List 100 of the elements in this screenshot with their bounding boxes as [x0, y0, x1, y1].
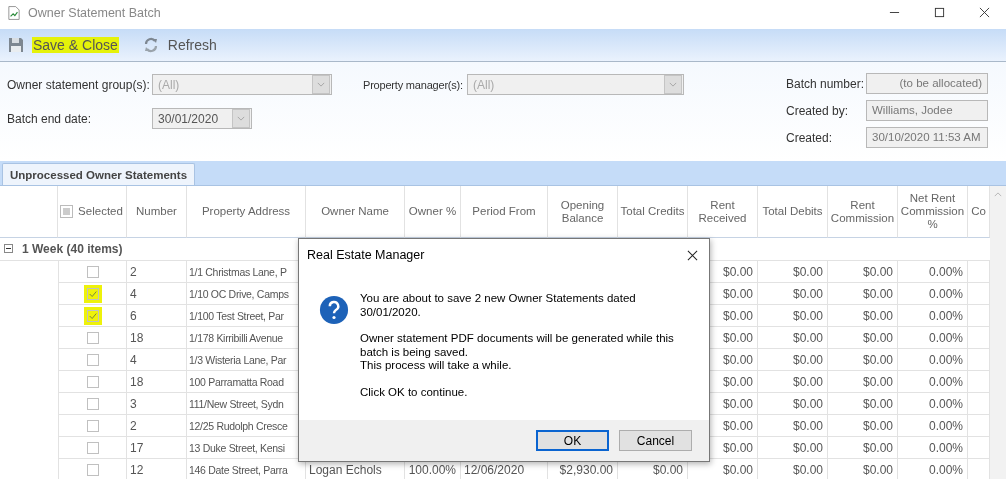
select-all-checkbox[interactable] — [61, 206, 73, 217]
table-cell-text: $0.00 — [862, 264, 894, 279]
chevron-down-icon — [317, 82, 325, 87]
table-cell-text: 4 — [129, 286, 137, 301]
column-header[interactable]: Property Address — [201, 205, 291, 218]
table-cell-text: 12/25 Rudolph Cresce — [188, 419, 288, 432]
table-cell-text: $0.00 — [862, 462, 894, 477]
table-cell-text: 146 Date Street, Parra — [188, 463, 288, 476]
date-picker[interactable]: 30/01/2020 — [152, 108, 252, 129]
table-cell-text: 0.00% — [928, 462, 964, 477]
row-checkbox[interactable] — [86, 331, 99, 344]
table-cell-text: $0.00 — [792, 330, 824, 345]
dialog-message: Owner statement PDF documents will be generated while this batch is being saved. — [360, 332, 675, 359]
row-checkbox[interactable] — [86, 397, 99, 410]
question-icon — [319, 295, 349, 325]
column-header[interactable]: Selected — [78, 205, 123, 218]
table-cell-text: 1/178 Kirribilli Avenue — [188, 331, 283, 344]
table-cell-text: $0.00 — [862, 330, 894, 345]
table-cell-text: 1/100 Test Street, Par — [188, 309, 284, 322]
table-cell-text: $0.00 — [722, 396, 754, 411]
table-cell-text: 1/3 Wisteria Lane, Par — [188, 353, 287, 366]
column-header[interactable]: Rent Commission — [828, 198, 897, 225]
field-label: Owner statement group(s): — [7, 77, 151, 92]
ok-button[interactable]: OK — [536, 430, 609, 451]
row-checkbox[interactable] — [86, 463, 99, 476]
table-cell-text: 13 Duke Street, Kensi — [188, 441, 285, 454]
row-checkbox[interactable] — [86, 287, 99, 300]
table-cell-text: 1/1 Christmas Lane, P — [188, 265, 287, 278]
column-header[interactable]: Net Rent Commission % — [898, 192, 967, 231]
dialog-title: Real Estate Manager — [307, 248, 425, 262]
table-cell-text: 2 — [129, 264, 137, 279]
column-header[interactable]: Opening Balance — [548, 198, 617, 225]
table-cell-text: $0.00 — [862, 308, 894, 323]
table-cell-text: $0.00 — [792, 352, 824, 367]
column-header[interactable]: Co — [971, 205, 986, 218]
column-header[interactable]: Period From — [472, 205, 536, 218]
close-icon[interactable] — [687, 249, 698, 261]
close-icon[interactable] — [979, 7, 990, 18]
field-label: Batch number: — [786, 76, 866, 91]
dialog-message: This process will take a while. — [360, 359, 513, 373]
table-cell-text: 0.00% — [928, 286, 964, 301]
refresh-icon — [142, 37, 159, 53]
field-label: Created: — [786, 130, 834, 145]
table-cell-text: 3 — [129, 396, 137, 411]
column-header[interactable]: Owner Name — [321, 205, 389, 218]
tab[interactable]: Unprocessed Owner Statements — [2, 163, 196, 185]
read-only-field: (to be allocated) — [866, 73, 988, 94]
table-cell-text: $0.00 — [722, 440, 754, 455]
table-cell-text: 12 — [129, 462, 144, 477]
table-cell-text: $0.00 — [862, 286, 894, 301]
table-cell-text: $0.00 — [792, 308, 824, 323]
table-cell-text: $0.00 — [792, 286, 824, 301]
table-cell-text: 0.00% — [928, 418, 964, 433]
table-cell-text: 1/10 OC Drive, Camps — [188, 287, 289, 300]
column-header[interactable]: Number — [136, 205, 177, 218]
row-checkbox[interactable] — [86, 375, 99, 388]
chevron-down-icon — [237, 116, 245, 121]
table-cell-text: $0.00 — [862, 352, 894, 367]
row-checkbox[interactable] — [86, 353, 99, 366]
dialog-message: You are about to save 2 new Owner Statements dated 30/01/2020. — [360, 292, 637, 319]
row-checkbox[interactable] — [86, 309, 99, 322]
table-cell-text: $0.00 — [722, 330, 754, 345]
table-cell-text: 2 — [129, 418, 137, 433]
refresh-button[interactable]: Refresh — [140, 35, 220, 55]
table-cell-text: 100 Parramatta Road — [188, 375, 284, 388]
table-cell-text: 0.00% — [928, 264, 964, 279]
table-cell-text: $0.00 — [792, 264, 824, 279]
table-cell-text: 0.00% — [928, 330, 964, 345]
table-cell-text: 100.00% — [408, 462, 457, 477]
column-header[interactable]: Total Debits — [762, 205, 823, 218]
table-cell-text: $0.00 — [792, 462, 824, 477]
table-cell-text: 18 — [129, 374, 144, 389]
dialog-message: Click OK to continue. — [360, 385, 469, 399]
row-checkbox[interactable] — [86, 265, 99, 278]
column-header[interactable]: Owner % — [408, 205, 457, 218]
field-label: Created by: — [786, 103, 850, 118]
table-cell-text: 0.00% — [928, 440, 964, 455]
table-cell-text: 4 — [129, 352, 137, 367]
scrollbar[interactable] — [990, 186, 1006, 479]
read-only-field: Williams, Jodee — [866, 100, 988, 121]
cancel-button[interactable]: Cancel — [619, 430, 692, 451]
table-cell-text: 6 — [129, 308, 137, 323]
maximize-icon[interactable] — [934, 7, 945, 18]
table-cell-text: $0.00 — [722, 462, 754, 477]
read-only-field: 30/10/2020 11:53 AM — [866, 127, 988, 148]
table-cell-text: $0.00 — [792, 418, 824, 433]
window-title: Owner Statement Batch — [28, 5, 161, 20]
table-cell-text: $0.00 — [722, 352, 754, 367]
table-cell-text: Logan Echols — [308, 462, 382, 477]
group-header: 1 Week (40 items) — [22, 242, 123, 256]
row-checkbox[interactable] — [86, 419, 99, 432]
collapse-toggle[interactable] — [4, 243, 15, 255]
table-cell-text: $0.00 — [722, 264, 754, 279]
column-header[interactable]: Total Credits — [620, 205, 685, 218]
column-header[interactable]: Rent Received — [688, 198, 757, 225]
table-cell-text: $0.00 — [862, 418, 894, 433]
row-checkbox[interactable] — [86, 441, 99, 454]
document-chart-icon — [8, 5, 20, 20]
table-cell-text: 17 — [129, 440, 144, 455]
chevron-up-icon — [994, 192, 1002, 197]
